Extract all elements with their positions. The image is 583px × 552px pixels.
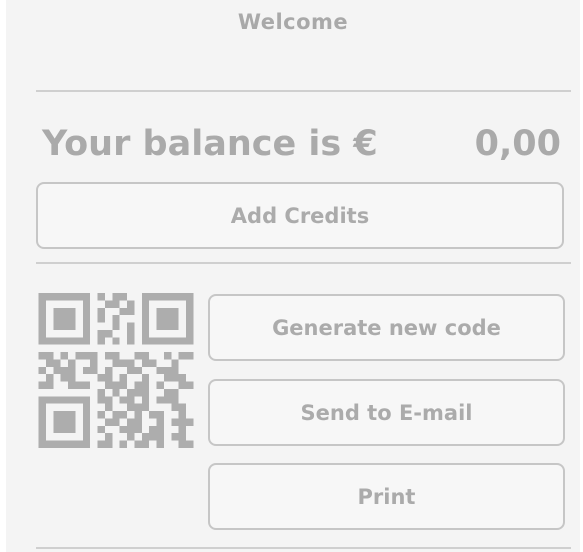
generate-code-button[interactable]: Generate new code	[208, 294, 565, 361]
middle-divider	[36, 262, 571, 264]
add-credits-button[interactable]: Add Credits	[36, 182, 564, 249]
generate-code-label: Generate new code	[272, 315, 501, 340]
send-email-label: Send to E-mail	[300, 400, 473, 425]
bottom-divider	[36, 547, 571, 549]
print-button[interactable]: Print	[208, 463, 565, 530]
balance-label: Your balance is €	[42, 124, 378, 164]
welcome-title: Welcome	[237, 10, 349, 34]
balance-amount: 0,00	[474, 124, 561, 164]
print-label: Print	[357, 484, 416, 509]
send-email-button[interactable]: Send to E-mail	[208, 379, 565, 446]
wallet-panel: Welcome Your balance is € 0,00 Add Credi…	[6, 0, 580, 552]
add-credits-label: Add Credits	[230, 203, 370, 228]
top-divider	[36, 90, 571, 92]
qr-code-icon	[38, 293, 194, 448]
